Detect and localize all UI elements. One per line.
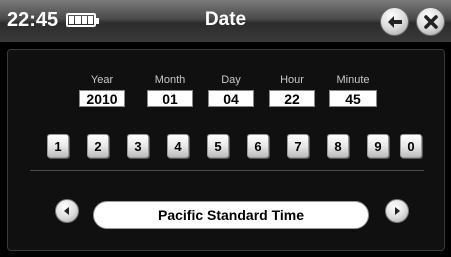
- minute-field[interactable]: Minute 45: [329, 73, 377, 107]
- minute-label: Minute: [336, 74, 370, 86]
- close-button[interactable]: [416, 7, 445, 36]
- key-6[interactable]: 6: [247, 134, 269, 158]
- hour-field[interactable]: Hour 22: [269, 73, 315, 107]
- hour-label: Hour: [280, 74, 304, 86]
- month-value[interactable]: 01: [147, 90, 193, 107]
- key-1[interactable]: 1: [47, 134, 69, 158]
- timezone-prev-button[interactable]: [55, 199, 79, 223]
- hour-value[interactable]: 22: [269, 90, 315, 107]
- key-4[interactable]: 4: [167, 134, 189, 158]
- day-value[interactable]: 04: [208, 90, 254, 107]
- back-arrow-icon: [387, 15, 402, 28]
- timezone-display[interactable]: Pacific Standard Time: [93, 201, 369, 229]
- key-0[interactable]: 0: [400, 134, 422, 158]
- numeric-keypad: 1 2 3 4 5 6 7 8 9 0: [8, 134, 444, 162]
- close-icon: [423, 14, 438, 29]
- day-label: Day: [221, 74, 241, 86]
- year-value[interactable]: 2010: [79, 90, 125, 107]
- key-2[interactable]: 2: [87, 134, 109, 158]
- month-field[interactable]: Month 01: [147, 73, 193, 107]
- key-8[interactable]: 8: [327, 134, 349, 158]
- day-field[interactable]: Day 04: [208, 73, 254, 107]
- minute-value[interactable]: 45: [329, 90, 377, 107]
- key-3[interactable]: 3: [127, 134, 149, 158]
- date-panel: Year 2010 Month 01 Day 04 Hour 22 Minute…: [7, 49, 445, 251]
- title-bar: 22:45 Date: [0, 0, 451, 42]
- timezone-next-button[interactable]: [385, 199, 409, 223]
- arrow-right-icon: [395, 207, 400, 215]
- date-settings-screen: 22:45 Date Year 2010 Month 01 Day 04 Hou…: [0, 0, 451, 257]
- key-9[interactable]: 9: [367, 134, 389, 158]
- divider: [30, 170, 424, 171]
- year-field[interactable]: Year 2010: [79, 73, 125, 107]
- key-5[interactable]: 5: [207, 134, 229, 158]
- back-button[interactable]: [380, 7, 409, 36]
- month-label: Month: [154, 74, 186, 86]
- arrow-left-icon: [64, 207, 69, 215]
- year-label: Year: [90, 74, 114, 86]
- key-7[interactable]: 7: [287, 134, 309, 158]
